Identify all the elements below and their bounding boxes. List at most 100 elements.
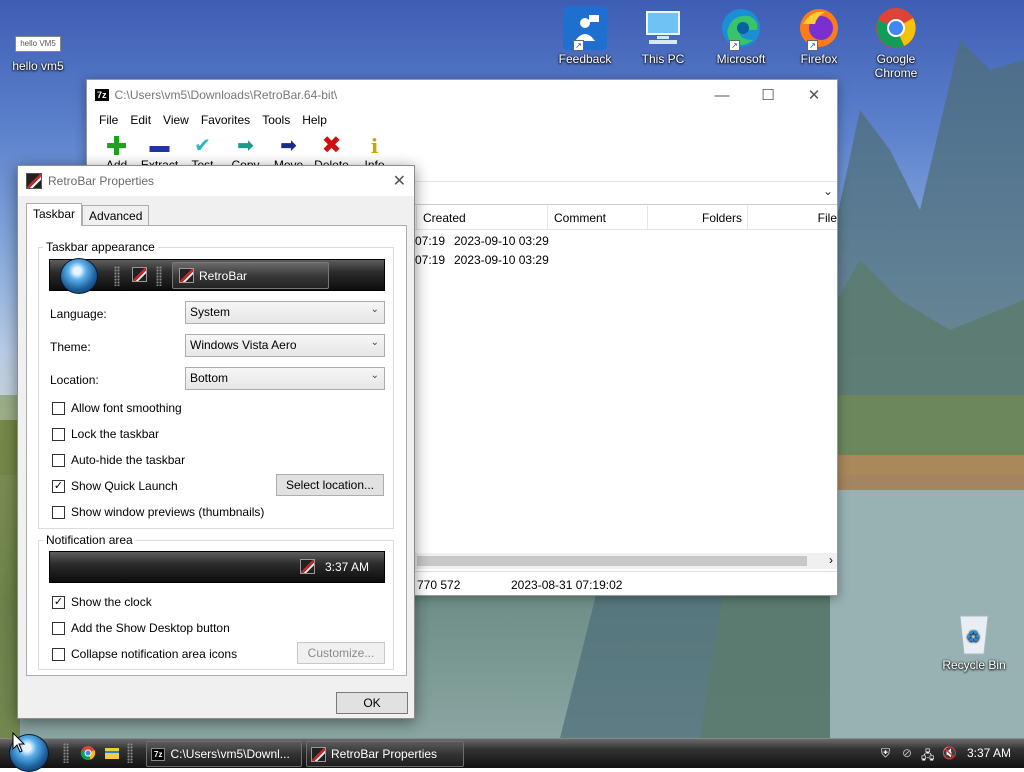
desktop-icon-hello-vm5[interactable]: hello VM5 hello vm5: [4, 36, 72, 73]
desktop-icon-label: Recycle Bin: [942, 658, 1006, 672]
dialog-titlebar[interactable]: RetroBar Properties ✕: [18, 166, 414, 196]
show-quick-launch-checkbox[interactable]: ✓ Show Quick Launch: [52, 479, 178, 493]
location-label: Location:: [50, 373, 99, 387]
notifications-muted-icon[interactable]: ⊘: [902, 746, 912, 760]
plus-icon: ✚: [105, 131, 128, 161]
checkbox-box: [52, 621, 65, 635]
close-icon[interactable]: ✕: [393, 171, 406, 191]
mouse-cursor-icon: [12, 732, 26, 753]
language-value: System: [190, 305, 231, 319]
allow-font-smoothing-checkbox[interactable]: Allow font smoothing: [52, 401, 182, 415]
taskbar: 7z C:\Users\vm5\Downl... RetroBar Proper…: [0, 734, 1024, 772]
location-select[interactable]: Bottom ⌄: [185, 367, 385, 390]
desktop-icon-recycle-bin[interactable]: ♻ Recycle Bin: [940, 612, 1008, 672]
checkmark-icon: ✓: [52, 595, 65, 609]
desktop-icon-google-chrome[interactable]: Google Chrome: [862, 6, 930, 80]
menu-file[interactable]: File: [93, 113, 124, 127]
show-window-previews-checkbox[interactable]: Show window previews (thumbnails): [52, 505, 264, 519]
notification-area-preview: 3:37 AM: [49, 551, 385, 583]
desktop-icon-label: Feedback Hub: [558, 52, 612, 66]
minimize-button[interactable]: —: [699, 80, 745, 110]
security-shield-icon[interactable]: ⛨: [881, 746, 890, 761]
preview-task-label: RetroBar: [199, 268, 248, 283]
shortcut-arrow-icon: ↗: [729, 40, 740, 51]
tab-taskbar[interactable]: Taskbar: [26, 203, 83, 226]
taskbar-preview: RetroBar: [49, 258, 385, 294]
row-created: 2023-09-10 03:29: [454, 234, 549, 248]
lock-taskbar-checkbox[interactable]: Lock the taskbar: [52, 427, 159, 441]
retrobar-quicklaunch-icon: [132, 267, 147, 282]
info-icon: i: [370, 134, 379, 158]
checkmark-icon: ✓: [52, 479, 65, 493]
network-icon[interactable]: 🖧: [921, 746, 934, 767]
grip-icon: [114, 266, 120, 286]
column-files[interactable]: File: [748, 206, 837, 229]
theme-select[interactable]: Windows Vista Aero ⌄: [185, 334, 385, 357]
taskbar-appearance-legend: Taskbar appearance: [43, 240, 158, 254]
checkbox-box: [52, 427, 65, 441]
desktop-icon-microsoft-edge[interactable]: ↗ Microsoft Edge: [707, 6, 775, 66]
row-modified: 07:19: [415, 253, 446, 267]
menu-favorites[interactable]: Favorites: [195, 113, 256, 127]
column-created[interactable]: Created: [417, 206, 548, 229]
volume-muted-icon[interactable]: 🔇: [942, 746, 957, 760]
menu-tools[interactable]: Tools: [256, 113, 296, 127]
auto-hide-taskbar-checkbox[interactable]: Auto-hide the taskbar: [52, 453, 185, 467]
maximize-button[interactable]: ☐: [745, 80, 791, 110]
chevron-down-icon[interactable]: ⌄: [823, 184, 833, 198]
column-comment[interactable]: Comment: [548, 206, 648, 229]
menu-help[interactable]: Help: [296, 113, 333, 127]
desktop-icon-feedback-hub[interactable]: ↗ Feedback Hub: [551, 6, 619, 66]
taskbar-button-retrobar-properties[interactable]: RetroBar Properties: [306, 741, 464, 767]
checkbox-box: [52, 401, 65, 415]
show-clock-checkbox[interactable]: ✓ Show the clock: [52, 595, 152, 609]
retrobar-properties-dialog[interactable]: RetroBar Properties ✕ Taskbar Advanced T…: [17, 165, 415, 719]
status-date: 2023-08-31 07:19:02: [511, 578, 623, 592]
select-location-button[interactable]: Select location...: [276, 474, 384, 496]
copy-arrow-icon: ➡: [237, 135, 254, 157]
close-button[interactable]: ✕: [791, 80, 837, 110]
feedback-hub-icon: ↗: [563, 6, 607, 51]
dialog-title: RetroBar Properties: [48, 174, 155, 188]
desktop-icon-this-pc[interactable]: This PC: [629, 6, 697, 66]
desktop-icon-label: hello vm5: [12, 59, 64, 73]
chevron-down-icon: ⌄: [370, 304, 379, 315]
tab-advanced[interactable]: Advanced: [82, 205, 150, 226]
collapse-tray-icons-checkbox[interactable]: Collapse notification area icons: [52, 647, 237, 661]
x-icon: ✖: [321, 132, 342, 159]
sevenzip-app-icon: 7z: [151, 747, 166, 761]
retrobar-app-icon: [179, 268, 194, 283]
column-folders[interactable]: Folders: [648, 206, 748, 229]
language-select[interactable]: System ⌄: [185, 301, 385, 324]
svg-text:♻: ♻: [966, 629, 980, 646]
scrollbar-thumb[interactable]: [417, 556, 807, 566]
scroll-right-icon[interactable]: ›: [829, 553, 833, 567]
checkbox-box: [52, 505, 65, 519]
taskbar-clock[interactable]: 3:37 AM: [967, 746, 1011, 760]
file-explorer-quicklaunch-icon[interactable]: [104, 745, 120, 761]
firefox-icon: ↗: [797, 6, 841, 51]
file-manager-title: C:\Users\vm5\Downloads\RetroBar.64-bit\: [114, 88, 338, 102]
language-label: Language:: [50, 307, 107, 321]
check-icon: ✔: [194, 135, 211, 157]
ok-button[interactable]: OK: [336, 692, 408, 714]
show-desktop-button-checkbox[interactable]: Add the Show Desktop button: [52, 621, 230, 635]
customize-button[interactable]: Customize...: [297, 642, 385, 664]
grip-icon: [156, 266, 162, 286]
notification-area-legend: Notification area: [43, 533, 136, 547]
shortcut-arrow-icon: ↗: [807, 40, 818, 51]
chrome-quicklaunch-icon[interactable]: [80, 745, 96, 761]
menu-view[interactable]: View: [157, 113, 195, 127]
shortcut-arrow-icon: ↗: [573, 40, 584, 51]
move-arrow-icon: ➡: [280, 135, 297, 157]
retrobar-app-icon: [311, 746, 326, 762]
checkbox-label: Allow font smoothing: [71, 401, 182, 415]
checkbox-label: Lock the taskbar: [71, 427, 160, 441]
preview-clock: 3:37 AM: [325, 560, 370, 574]
checkbox-box: [52, 647, 65, 661]
taskbar-button-file-manager[interactable]: 7z C:\Users\vm5\Downl...: [146, 741, 302, 767]
hello-vm5-thumbnail-icon: hello VM5: [15, 36, 61, 52]
menu-edit[interactable]: Edit: [124, 113, 157, 127]
desktop-icon-firefox[interactable]: ↗ Firefox: [785, 6, 853, 66]
start-orb-preview-icon: [60, 258, 98, 294]
